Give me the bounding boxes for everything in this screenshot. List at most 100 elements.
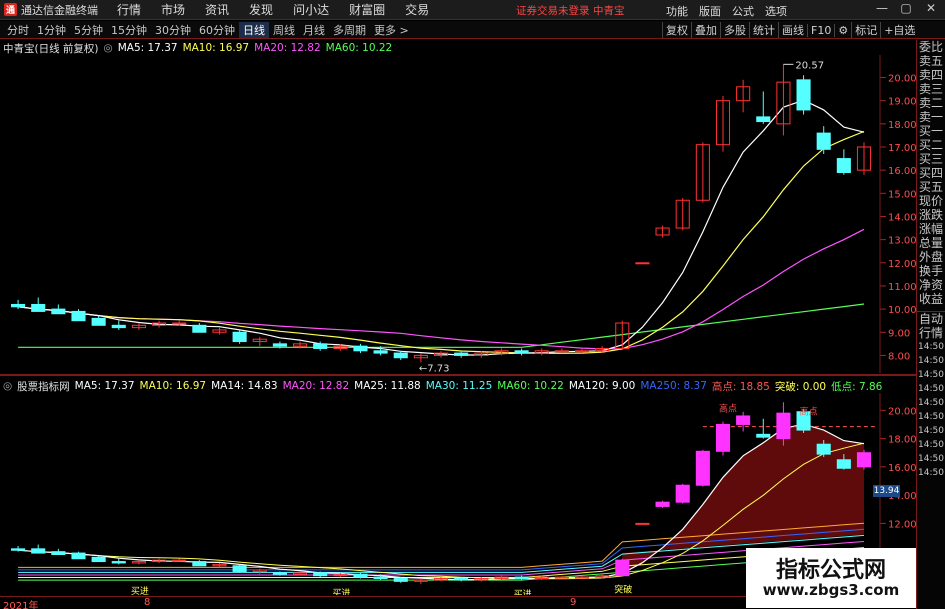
menu-item-wealth[interactable]: 财富圈: [349, 1, 385, 18]
main-axis-label: 15.00: [888, 189, 916, 200]
quote-panel-tab[interactable]: 现价: [917, 194, 945, 208]
tool-stats-button[interactable]: 统计: [749, 22, 778, 38]
tool-overlay-button[interactable]: 叠加: [691, 22, 720, 38]
menu-item-formula[interactable]: 公式: [732, 3, 754, 19]
tab-15min[interactable]: 15分钟: [107, 22, 151, 38]
tick-panel-item[interactable]: 14:50: [917, 340, 945, 354]
sub-axis-label: 18.00: [888, 435, 916, 446]
indicator-candle-body: [373, 576, 388, 580]
quote-panel-tab[interactable]: 总量: [917, 236, 945, 250]
indicator-title[interactable]: 股票指标网: [17, 379, 70, 394]
quote-panel-tab[interactable]: 卖四: [917, 68, 945, 82]
menu-item-discover[interactable]: 发现: [249, 1, 273, 18]
time-label-sep: 9: [570, 597, 577, 608]
tab-30min[interactable]: 30分钟: [151, 22, 195, 38]
indicator-candle-body: [635, 522, 650, 525]
indicator-candle-body: [736, 415, 751, 425]
main-axis-label: 19.00: [888, 97, 916, 108]
quote-panel-tab[interactable]: 买二: [917, 138, 945, 152]
quote-panel-tab[interactable]: 收益: [917, 292, 945, 306]
quote-panel-tab[interactable]: 买三: [917, 152, 945, 166]
menu-item-market[interactable]: 市场: [161, 1, 185, 18]
menu-item-ask[interactable]: 问小达: [293, 1, 329, 18]
candle-body: [31, 303, 46, 312]
tool-multi-stock-button[interactable]: 多股: [720, 22, 749, 38]
quote-panel-tab[interactable]: 外盘: [917, 250, 945, 264]
maximize-icon[interactable]: ▢: [897, 1, 915, 18]
quote-panel-tab[interactable]: 净资: [917, 278, 945, 292]
tick-panel-item[interactable]: 14:50: [917, 368, 945, 382]
main-candlestick-chart[interactable]: 20.00 19.00 18.00 17.00 16.00 15.00 14.00 13.00…: [0, 55, 916, 373]
quote-panel-tab[interactable]: 买四: [917, 166, 945, 180]
quote-panel-tab[interactable]: 换手: [917, 264, 945, 278]
quote-panel-tab[interactable]: 卖五: [917, 54, 945, 68]
menu-item-function[interactable]: 功能: [666, 3, 688, 19]
tab-1min[interactable]: 1分钟: [33, 22, 70, 38]
indicator-candle-body: [715, 423, 731, 452]
menu-item-layout[interactable]: 版面: [699, 3, 721, 19]
tick-panel-item[interactable]: 14:50: [917, 424, 945, 438]
quote-panel-tab[interactable]: 涨跌: [917, 208, 945, 222]
candle-body: [514, 350, 529, 354]
tab-weekly[interactable]: 周线: [269, 22, 299, 38]
menu-item-trade[interactable]: 交易: [405, 1, 429, 18]
tool-draw-button[interactable]: 画线: [778, 22, 807, 38]
quote-panel-tab[interactable]: 卖二: [917, 96, 945, 110]
tick-panel-item[interactable]: 14:50: [917, 452, 945, 466]
tool-adjust-button[interactable]: 复权: [662, 22, 691, 38]
indicator-candle-body: [192, 561, 207, 567]
tool-add-watchlist-button[interactable]: +自选: [880, 22, 918, 38]
settings-dot-icon[interactable]: ◎: [104, 42, 113, 54]
candle-body: [816, 132, 831, 150]
minimize-icon[interactable]: —: [873, 1, 891, 18]
login-notice[interactable]: 证券交易未登录: [516, 3, 590, 18]
indicator-legend: ◎ 股票指标网 MA5: 17.37 MA10: 16.97 MA14: 14.83…: [3, 379, 887, 393]
current-stock-name: 中青宝: [593, 5, 625, 17]
indicator-settings-icon[interactable]: ◎: [3, 380, 12, 392]
indicator-legend-item: 低点: 7.86: [831, 380, 883, 393]
quote-panel-tab[interactable]: 买一: [917, 124, 945, 138]
indicator-candle-body: [51, 551, 66, 555]
main-chart-title[interactable]: 中青宝(日线 前复权): [3, 41, 99, 56]
tick-panel-item[interactable]: 行情: [917, 326, 945, 340]
site-watermark: 指标公式网 www.zbgs3.com: [746, 548, 916, 608]
tool-f10-button[interactable]: F10: [807, 23, 834, 37]
main-axis-label: 18.00: [888, 120, 916, 131]
tick-panel-item[interactable]: 14:50: [917, 438, 945, 452]
quote-panel-tab[interactable]: 卖三: [917, 82, 945, 96]
indicator-candle-body: [574, 576, 590, 579]
tick-panel-item[interactable]: 14:50: [917, 354, 945, 368]
menu-item-news[interactable]: 资讯: [205, 1, 229, 18]
quote-panel-tab[interactable]: 买五: [917, 180, 945, 194]
quote-panel-tab[interactable]: 委比: [917, 40, 945, 54]
indicator-candle-body: [615, 559, 630, 577]
main-menu: 行情 市场 资讯 发现 问小达 财富圈 交易: [117, 1, 449, 18]
sub-axis-label: 12.00: [888, 519, 916, 530]
main-axis-label: 11.00: [888, 282, 916, 293]
tick-panel-item[interactable]: 14:50: [917, 466, 945, 480]
tab-monthly[interactable]: 月线: [299, 22, 329, 38]
quote-panel-tab[interactable]: 涨幅: [917, 222, 945, 236]
main-axis-label: 17.00: [888, 143, 916, 154]
indicator-candle-body: [514, 576, 529, 580]
tab-more[interactable]: 更多 >: [370, 22, 413, 38]
tick-panel-item[interactable]: 14:50: [917, 410, 945, 424]
tick-panel-item[interactable]: 14:50: [917, 396, 945, 410]
tab-daily[interactable]: 日线: [239, 21, 269, 38]
indicator-candle-body: [31, 548, 46, 554]
menu-item-quotes[interactable]: 行情: [117, 1, 141, 18]
indicator-candle-body: [776, 412, 791, 440]
tab-5min[interactable]: 5分钟: [70, 22, 107, 38]
tab-multi-period[interactable]: 多周期: [329, 22, 370, 38]
gear-icon[interactable]: ⚙: [834, 23, 851, 37]
menu-item-options[interactable]: 选项: [765, 3, 787, 19]
tick-panel-item[interactable]: 自动: [917, 312, 945, 326]
close-icon[interactable]: ✕: [922, 1, 940, 18]
tick-panel-item[interactable]: 14:50: [917, 382, 945, 396]
tab-timeshare[interactable]: 分时: [3, 22, 33, 38]
candle-body: [635, 262, 650, 265]
tab-60min[interactable]: 60分钟: [195, 22, 239, 38]
quote-panel-tab[interactable]: 卖一: [917, 110, 945, 124]
pane-divider[interactable]: [0, 374, 916, 376]
tool-mark-button[interactable]: 标记: [851, 22, 880, 38]
